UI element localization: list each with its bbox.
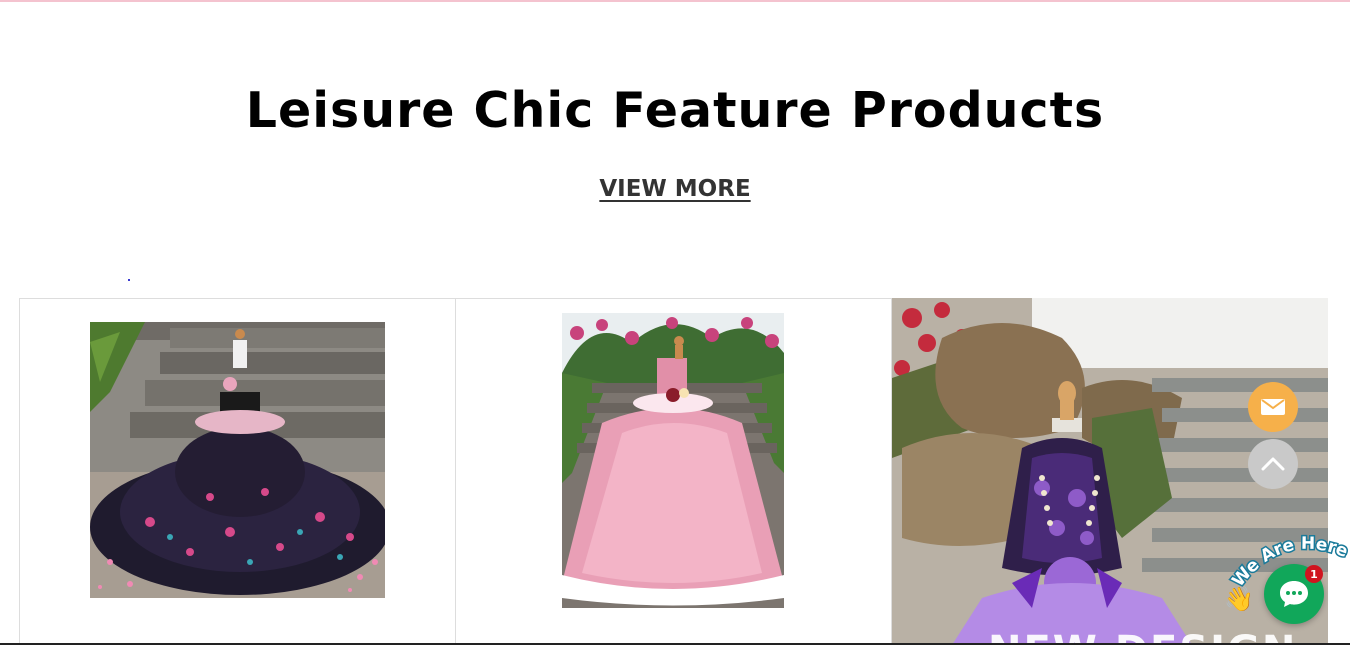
chevron-up-icon xyxy=(1261,457,1285,471)
pink-rose-ruffle-pet-gown-image[interactable] xyxy=(562,313,784,608)
envelope-icon xyxy=(1261,399,1285,415)
waving-hand-icon: 👋 xyxy=(1224,586,1254,613)
product-card[interactable] xyxy=(455,298,892,645)
product-card[interactable] xyxy=(19,298,455,645)
product-grid: NEW DESIGN xyxy=(19,298,1328,645)
page: Leisure Chic Feature Products VIEW MORE xyxy=(0,0,1350,645)
black-floral-pet-gown-image[interactable] xyxy=(90,322,385,598)
view-more-link[interactable]: VIEW MORE xyxy=(575,176,775,202)
decorative-dot xyxy=(128,279,130,281)
chat-unread-badge: 1 xyxy=(1305,565,1323,583)
top-divider xyxy=(0,0,1350,2)
envelope-icon[interactable] xyxy=(1248,382,1298,432)
chat-bubble-icon xyxy=(1280,581,1308,607)
section-title: Leisure Chic Feature Products xyxy=(245,82,1105,139)
chevron-up-icon[interactable] xyxy=(1248,439,1298,489)
